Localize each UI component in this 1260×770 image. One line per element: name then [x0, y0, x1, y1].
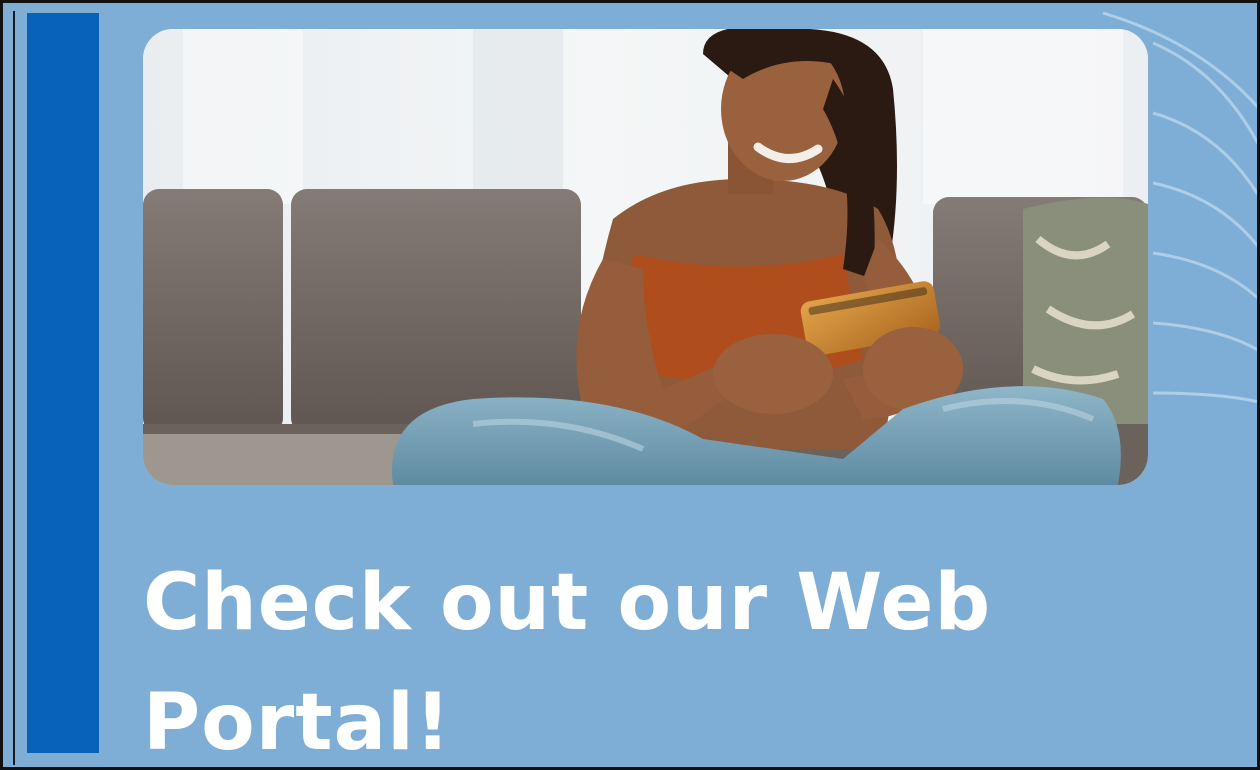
accent-bar — [27, 13, 99, 753]
woman-smartphone-photo — [143, 29, 1148, 485]
headline: Check out our Web Portal! — [143, 543, 1223, 768]
headline-line-2: Portal! — [143, 678, 452, 768]
promo-banner: Check out our Web Portal! — [0, 0, 1260, 770]
headline-line-1: Check out our Web — [143, 558, 992, 648]
left-divider-line — [13, 11, 15, 765]
